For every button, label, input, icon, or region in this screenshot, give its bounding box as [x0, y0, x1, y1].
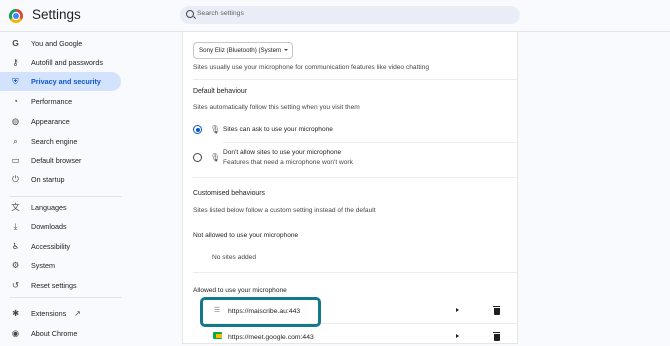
sidebar-item-label: Reset settings [31, 281, 77, 290]
sidebar-item-label: Appearance [31, 117, 70, 126]
option-block-sublabel: Features that need a microphone won't wo… [223, 159, 353, 166]
search-icon: ⌕ [13, 136, 18, 146]
sidebar: G You and Google ⚷ Autofill and password… [0, 32, 125, 343]
allowed-heading: Allowed to use your microphone [193, 287, 287, 294]
microphone-select-value: Sony Eliz (Bluetooth) (System [199, 47, 282, 54]
sidebar-item-label: Performance [31, 97, 73, 106]
default-behaviour-description: Sites automatically follow this setting … [193, 104, 360, 111]
microphone-off-icon: 🎙 [210, 153, 221, 162]
shield-icon: ⛨ [12, 76, 19, 86]
chevron-right-icon[interactable] [456, 308, 459, 312]
radio-allow-ask[interactable] [193, 125, 202, 134]
sidebar-divider [10, 196, 122, 197]
sidebar-item-label: Privacy and security [31, 77, 101, 86]
sidebar-item-privacy[interactable]: ⛨ Privacy and security [0, 72, 121, 91]
delete-icon[interactable] [493, 306, 500, 315]
radio-block[interactable] [193, 153, 202, 162]
site-url: https://meet.google.com:443 [228, 334, 314, 341]
google-g-icon: G [12, 38, 19, 48]
sidebar-item-performance[interactable]: ◔ Performance [0, 92, 121, 111]
sidebar-item-default-browser[interactable]: ▭ Default browser [0, 151, 121, 170]
search-icon [186, 10, 194, 18]
sidebar-item-label: On startup [31, 175, 65, 184]
sidebar-item-label: You and Google [31, 39, 83, 48]
divider [223, 142, 517, 143]
google-meet-icon [213, 332, 222, 339]
sidebar-item-about-chrome[interactable]: ◉ About Chrome [0, 324, 121, 343]
chrome-logo-icon [9, 9, 23, 23]
sidebar-item-label: Search engine [31, 137, 78, 146]
allowed-site-row[interactable]: https://meet.google.com:443 [203, 330, 503, 346]
speedometer-icon: ◔ [12, 96, 19, 106]
microphone-select-description: Sites usually use your microphone for co… [193, 64, 430, 71]
divider [193, 272, 517, 273]
sidebar-item-appearance[interactable]: ◍ Appearance [0, 112, 121, 131]
customised-behaviours-heading: Customised behaviours [193, 190, 266, 197]
sidebar-item-system[interactable]: ⚙ System [0, 256, 121, 275]
delete-icon[interactable] [493, 332, 500, 341]
sidebar-item-label: Default browser [31, 156, 82, 165]
sidebar-item-label: System [31, 261, 55, 270]
sidebar-item-label: Accessibility [31, 242, 71, 251]
sidebar-item-extensions[interactable]: ✱ Extensions ↗ [0, 304, 121, 323]
divider [193, 177, 517, 178]
key-icon: ⚷ [12, 57, 19, 67]
browser-window-icon: ▭ [11, 155, 20, 165]
highlight-box [200, 297, 321, 327]
chrome-icon: ◉ [11, 328, 20, 338]
sidebar-item-label: Autofill and passwords [31, 58, 103, 67]
customised-behaviours-description: Sites listed below follow a custom setti… [193, 207, 376, 214]
page-title: Settings [32, 7, 81, 22]
sidebar-item-downloads[interactable]: ⤓ Downloads [0, 217, 121, 236]
option-block-label[interactable]: Don't allow sites to use your microphone [223, 149, 341, 156]
translate-icon: 文 [11, 202, 20, 212]
sidebar-item-autofill[interactable]: ⚷ Autofill and passwords [0, 53, 121, 72]
microphone-icon: 🎙 [210, 125, 221, 134]
sidebar-item-languages[interactable]: 文 Languages [0, 198, 121, 217]
sidebar-item-label: Languages [31, 203, 67, 212]
sidebar-item-label: Extensions [31, 309, 67, 318]
divider [193, 79, 517, 80]
sidebar-item-accessibility[interactable]: ♿ Accessibility [0, 237, 121, 256]
power-icon: ⏻ [12, 174, 19, 184]
sidebar-item-label: Downloads [31, 222, 67, 231]
sidebar-item-search-engine[interactable]: ⌕ Search engine [0, 132, 121, 151]
sidebar-item-on-startup[interactable]: ⏻ On startup [0, 170, 121, 189]
accessibility-icon: ♿ [11, 241, 20, 251]
chevron-down-icon [284, 49, 288, 51]
sidebar-item-reset-settings[interactable]: ↺ Reset settings [0, 276, 121, 295]
top-bar: Settings Search settings [0, 0, 670, 31]
reset-icon: ↺ [11, 280, 20, 290]
wrench-icon: ⚙ [11, 260, 20, 270]
microphone-select[interactable]: Sony Eliz (Bluetooth) (System [193, 42, 293, 59]
external-link-icon: ↗ [74, 309, 81, 318]
no-sites-added-text: No sites added [212, 254, 256, 261]
option-allow-ask-label[interactable]: Sites can ask to use your microphone [223, 126, 333, 133]
palette-icon: ◍ [11, 116, 20, 126]
not-allowed-heading: Not allowed to use your microphone [193, 232, 299, 239]
search-placeholder: Search settings [197, 10, 244, 17]
puzzle-icon: ✱ [11, 308, 20, 318]
chevron-right-icon[interactable] [456, 334, 459, 338]
sidebar-item-label: About Chrome [31, 329, 78, 338]
download-icon: ⤓ [13, 221, 18, 231]
sidebar-item-you-and-google[interactable]: G You and Google [0, 34, 121, 53]
search-input[interactable]: Search settings [180, 6, 520, 24]
sidebar-divider [10, 297, 122, 298]
default-behaviour-heading: Default behaviour [193, 88, 248, 95]
